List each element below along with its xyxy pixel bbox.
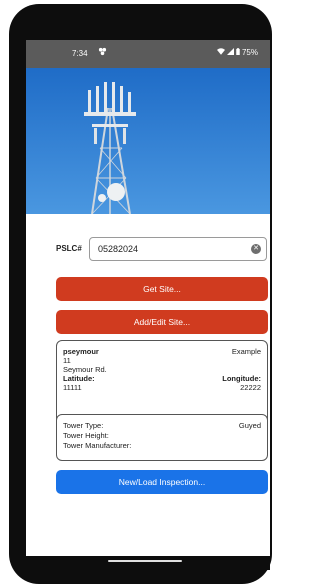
tower-type-value: Guyed	[238, 421, 261, 430]
app-screen: 7:34 75% PSLC# 05282024 ✕ Get Site... Ad…	[26, 40, 270, 570]
longitude-value: 22222	[240, 383, 261, 392]
cellular-icon	[226, 48, 234, 57]
add-edit-site-button[interactable]: Add/Edit Site...	[56, 310, 268, 334]
pslc-label: PSLC#	[56, 244, 82, 253]
tower-manufacturer-label: Tower Manufacturer:	[63, 441, 132, 450]
pslc-row: PSLC# ✕	[56, 237, 269, 261]
clear-icon[interactable]: ✕	[251, 244, 261, 254]
latitude-label: Latitude:	[63, 374, 95, 383]
site-name: pseymour	[63, 347, 99, 356]
status-bar: 7:34 75%	[26, 40, 270, 68]
site-number: 11	[63, 356, 71, 365]
status-icons: 75%	[216, 48, 258, 57]
phone-frame: 7:34 75% PSLC# 05282024 ✕ Get Site... Ad…	[9, 4, 272, 584]
status-time: 7:34	[72, 49, 88, 58]
battery-percent: 75%	[241, 48, 258, 57]
battery-icon	[236, 48, 240, 57]
longitude-label: Longitude:	[222, 374, 261, 383]
tower-type-label: Tower Type:	[63, 421, 104, 430]
latitude-value: 11111	[63, 383, 82, 392]
nav-bar	[26, 556, 270, 570]
site-info-card: pseymour Example 11 Seymour Rd. Latitude…	[56, 340, 268, 424]
clover-icon	[98, 47, 107, 58]
site-street: Seymour Rd.	[63, 365, 107, 374]
tower-height-label: Tower Height:	[63, 431, 109, 440]
cell-tower-photo	[26, 68, 270, 215]
wifi-icon	[216, 48, 225, 57]
pslc-input[interactable]	[89, 237, 267, 261]
tower-info-card: Tower Type: Guyed Tower Height: Tower Ma…	[56, 414, 268, 461]
get-site-button[interactable]: Get Site...	[56, 277, 268, 301]
site-tag: Example	[231, 347, 261, 356]
home-indicator[interactable]	[108, 560, 182, 562]
new-load-inspection-button[interactable]: New/Load Inspection...	[56, 470, 268, 494]
